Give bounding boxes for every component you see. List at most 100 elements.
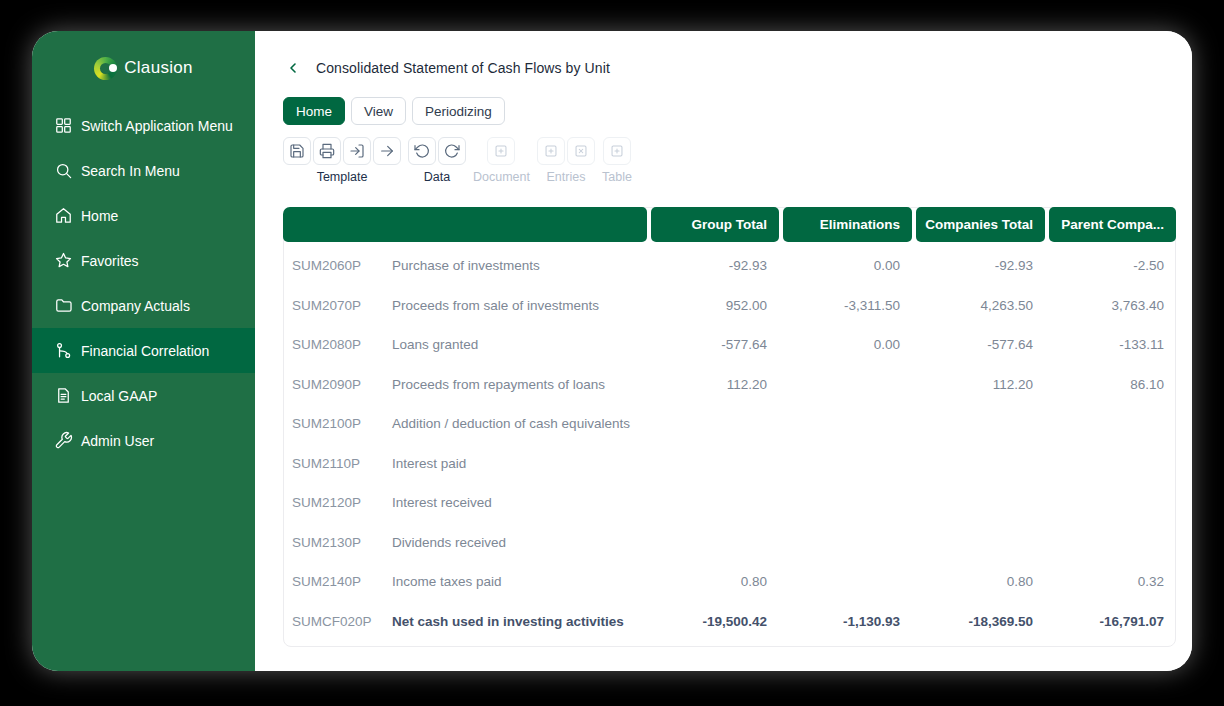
table-row-sum2120p[interactable]: SUM2120PInterest received — [283, 483, 1176, 523]
row-value: -18,369.50 — [916, 602, 1045, 642]
redo-icon — [444, 143, 460, 159]
table-row-sum2090p[interactable]: SUM2090PProceeds from repayments of loan… — [283, 365, 1176, 405]
table-row-sumcf020p[interactable]: SUMCF020PNet cash used in investing acti… — [283, 602, 1176, 642]
title-bar: Consolidated Statement of Cash Flows by … — [283, 58, 610, 78]
row-value: -92.93 — [651, 246, 779, 286]
toolbar-group-label: Data — [424, 170, 450, 184]
import-button[interactable] — [343, 137, 371, 165]
print-button[interactable] — [313, 137, 341, 165]
column-header-companies-total[interactable]: Companies Total — [916, 207, 1045, 242]
save-button[interactable] — [283, 137, 311, 165]
tab-periodizing[interactable]: Periodizing — [412, 97, 505, 125]
row-value — [651, 483, 779, 523]
table-row-sum2140p[interactable]: SUM2140PIncome taxes paid0.800.800.32 — [283, 562, 1176, 602]
toolbar-group-document: Document — [473, 137, 530, 184]
undo-icon — [414, 143, 430, 159]
add-box-button[interactable] — [537, 137, 565, 165]
row-value — [783, 404, 912, 444]
save-icon — [289, 143, 305, 159]
row-value: -577.64 — [651, 325, 779, 365]
toolbar-group-table: Table — [602, 137, 632, 184]
tab-view[interactable]: View — [351, 97, 406, 125]
sidebar-item-financial-correlation[interactable]: Financial Correlation — [32, 328, 255, 373]
row-value — [783, 562, 912, 602]
row-value: 0.00 — [783, 325, 912, 365]
add-box-icon — [494, 144, 508, 158]
row-value: 0.80 — [916, 562, 1045, 602]
row-code: SUM2120P — [292, 495, 392, 510]
row-value — [651, 523, 779, 563]
undo-button[interactable] — [408, 137, 436, 165]
toolbar-group-label: Document — [473, 170, 530, 184]
row-value — [651, 444, 779, 484]
row-value — [916, 523, 1045, 563]
row-value: -1,130.93 — [783, 602, 912, 642]
clausion-logo-icon — [94, 57, 117, 80]
row-value — [1049, 483, 1176, 523]
row-code: SUM2090P — [292, 377, 392, 392]
folder-icon — [53, 296, 73, 316]
row-value — [1049, 444, 1176, 484]
desktop-background: Clausion Switch Application MenuSearch I… — [0, 0, 1224, 706]
row-code: SUM2060P — [292, 258, 392, 273]
row-description: Net cash used in investing activities — [392, 614, 624, 629]
add-box-icon — [610, 144, 624, 158]
row-code: SUM2130P — [292, 535, 392, 550]
arrow-right-icon — [379, 143, 395, 159]
table-row-sum2080p[interactable]: SUM2080PLoans granted-577.640.00-577.64-… — [283, 325, 1176, 365]
row-value: -3,311.50 — [783, 286, 912, 326]
toolbar-group-data: Data — [408, 137, 466, 184]
row-value — [651, 404, 779, 444]
table-row-sum2100p[interactable]: SUM2100PAddition / deduction of cash equ… — [283, 404, 1176, 444]
toolbar-group-label: Table — [602, 170, 632, 184]
row-description: Interest received — [392, 495, 492, 510]
row-description: Proceeds from repayments of loans — [392, 377, 605, 392]
table-body: SUM2060PPurchase of investments-92.930.0… — [283, 246, 1176, 641]
add-box-button[interactable] — [487, 137, 515, 165]
sidebar-item-admin-user[interactable]: Admin User — [32, 418, 255, 463]
table-header-row: Group TotalEliminationsCompanies TotalPa… — [283, 207, 1176, 242]
row-code: SUM2140P — [292, 574, 392, 589]
row-value: -133.11 — [1049, 325, 1176, 365]
back-button[interactable] — [285, 60, 301, 76]
redo-button[interactable] — [438, 137, 466, 165]
table-row-sum2070p[interactable]: SUM2070PProceeds from sale of investment… — [283, 286, 1176, 326]
table-row-sum2130p[interactable]: SUM2130PDividends received — [283, 523, 1176, 563]
column-header-group-total[interactable]: Group Total — [651, 207, 779, 242]
sidebar: Clausion Switch Application MenuSearch I… — [32, 31, 255, 671]
sidebar-item-label: Switch Application Menu — [81, 118, 233, 134]
row-value — [916, 444, 1045, 484]
sidebar-item-label: Admin User — [81, 433, 154, 449]
sidebar-item-home[interactable]: Home — [32, 193, 255, 238]
row-description: Proceeds from sale of investments — [392, 298, 599, 313]
sidebar-item-switch-application-menu[interactable]: Switch Application Menu — [32, 103, 255, 148]
import-icon — [349, 143, 365, 159]
column-header-row-label[interactable] — [283, 207, 647, 242]
row-value — [1049, 523, 1176, 563]
row-description: Interest paid — [392, 456, 466, 471]
sidebar-item-local-gaap[interactable]: Local GAAP — [32, 373, 255, 418]
row-value: -2.50 — [1049, 246, 1176, 286]
sidebar-item-search-in-menu[interactable]: Search In Menu — [32, 148, 255, 193]
table-row-sum2110p[interactable]: SUM2110PInterest paid — [283, 444, 1176, 484]
sidebar-nav: Switch Application Menu Search In Menu Hom… — [32, 103, 255, 463]
toolbar-group-label: Template — [317, 170, 368, 184]
column-header-parent-compa[interactable]: Parent Compa... — [1049, 207, 1176, 242]
print-icon — [319, 143, 335, 159]
sidebar-item-label: Search In Menu — [81, 163, 180, 179]
remove-box-button[interactable] — [567, 137, 595, 165]
add-box-button[interactable] — [603, 137, 631, 165]
cash-flow-table: Group TotalEliminationsCompanies TotalPa… — [283, 207, 1176, 647]
row-value: 86.10 — [1049, 365, 1176, 405]
row-value — [783, 444, 912, 484]
home-icon — [53, 206, 73, 226]
tab-home[interactable]: Home — [283, 97, 345, 125]
toolbar: TemplateDataDocumentEntriesTable — [283, 137, 632, 184]
sidebar-item-favorites[interactable]: Favorites — [32, 238, 255, 283]
sidebar-item-company-actuals[interactable]: Company Actuals — [32, 283, 255, 328]
table-row-sum2060p[interactable]: SUM2060PPurchase of investments-92.930.0… — [283, 246, 1176, 286]
arrow-right-button[interactable] — [373, 137, 401, 165]
column-header-eliminations[interactable]: Eliminations — [783, 207, 912, 242]
row-value: 112.20 — [916, 365, 1045, 405]
tab-bar: HomeViewPeriodizing — [283, 97, 505, 125]
